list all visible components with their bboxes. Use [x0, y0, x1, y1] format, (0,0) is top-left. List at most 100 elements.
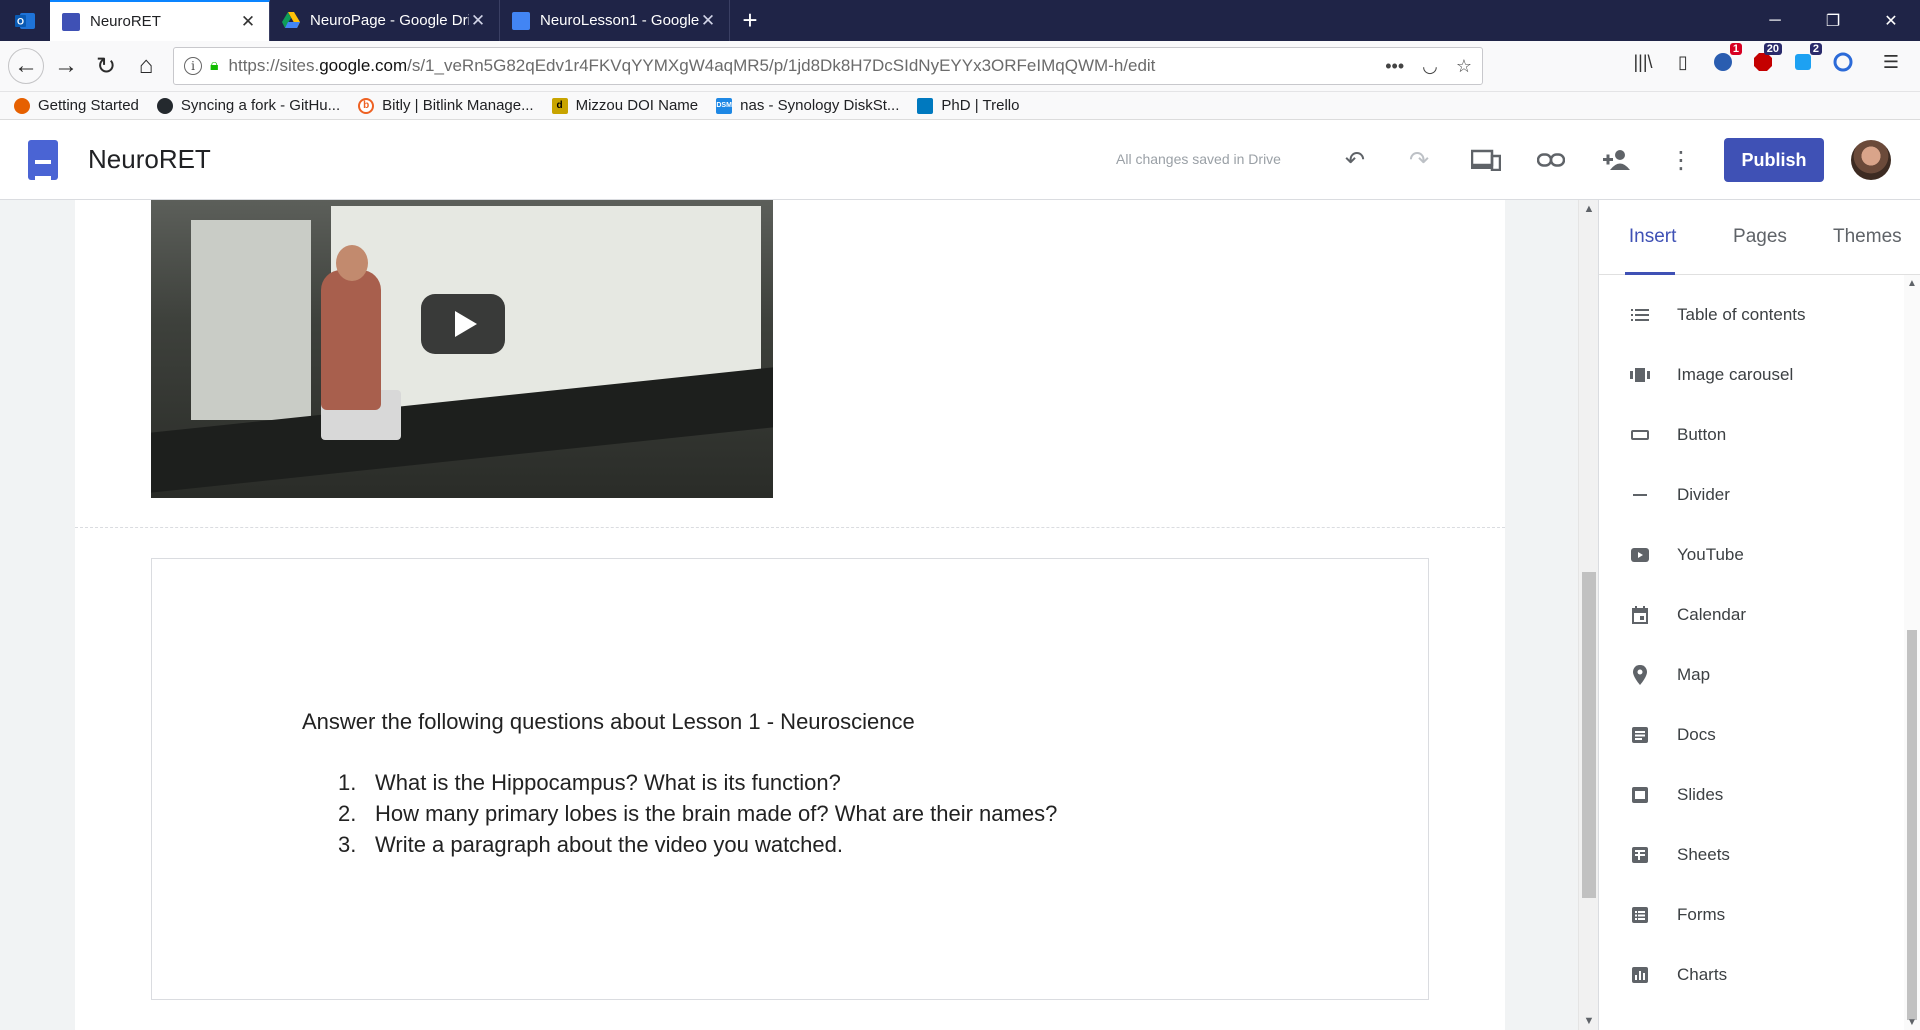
library-icon[interactable]: |||\ [1630, 49, 1656, 75]
site-title[interactable]: NeuroRET [88, 144, 211, 175]
restore-icon[interactable]: ❐ [1804, 0, 1862, 41]
bookmarks-bar: Getting Started Syncing a fork - GitHu..… [0, 92, 1920, 120]
insert-youtube[interactable]: YouTube [1599, 525, 1899, 585]
section-divider [75, 527, 1505, 528]
link-icon[interactable] [1535, 144, 1567, 176]
bookmark-mizzou-doi[interactable]: d Mizzou DOI Name [551, 97, 698, 114]
d-icon: d [551, 97, 568, 114]
outlook-app-icon[interactable]: O [0, 0, 50, 41]
close-icon[interactable]: ✕ [699, 11, 717, 31]
window-close-icon[interactable]: ✕ [1862, 0, 1920, 41]
scroll-down-icon[interactable]: ▼ [1579, 1012, 1599, 1030]
home-icon[interactable]: ⌂ [128, 48, 164, 84]
youtube-video-embed[interactable] [151, 200, 773, 498]
bookmark-trello[interactable]: PhD | Trello [917, 97, 1019, 114]
panel-scrollbar[interactable]: ▲ ▼ [1904, 275, 1920, 1030]
extension-globe-icon[interactable] [1830, 49, 1856, 75]
browser-tab-strip: O NeuroRET ✕ NeuroPage - Google Drive ✕ … [0, 0, 1920, 41]
insert-table-of-contents[interactable]: Table of contents [1599, 285, 1899, 345]
docs-icon [1629, 724, 1651, 746]
tab-insert[interactable]: Insert [1599, 200, 1706, 275]
carousel-icon [1629, 364, 1651, 386]
insert-button[interactable]: Button [1599, 405, 1899, 465]
firefox-icon [14, 97, 30, 114]
undo-icon[interactable]: ↶ [1339, 144, 1371, 176]
extension-s-icon[interactable]: 1 [1710, 43, 1742, 75]
redo-icon[interactable]: ↷ [1403, 144, 1435, 176]
play-icon[interactable] [421, 294, 505, 354]
tab-google-drive[interactable]: NeuroPage - Google Drive ✕ [270, 0, 500, 41]
more-vert-icon[interactable]: ⋮ [1665, 144, 1697, 176]
insert-item-label: YouTube [1677, 545, 1744, 564]
scroll-up-icon[interactable]: ▲ [1579, 200, 1599, 218]
list-icon [1629, 304, 1651, 326]
reload-icon[interactable]: ↻ [88, 48, 124, 84]
scroll-down-icon[interactable]: ▼ [1904, 1014, 1920, 1030]
tab-neuroret[interactable]: NeuroRET ✕ [50, 0, 270, 41]
bookmark-star-icon[interactable]: ☆ [1456, 56, 1472, 77]
insert-image-carousel[interactable]: Image carousel [1599, 345, 1899, 405]
divider-icon [1629, 484, 1651, 506]
navigation-toolbar: ← → ↻ ⌂ i 🔒︎ https://sites.google.com/s/… [0, 41, 1920, 92]
panel-tabs: Insert Pages Themes [1599, 200, 1920, 275]
scrollbar-thumb[interactable] [1907, 630, 1917, 1020]
insert-forms[interactable]: Forms [1599, 885, 1899, 945]
scroll-up-icon[interactable]: ▲ [1904, 275, 1920, 291]
insert-panel: Insert Pages Themes Table of contents Im… [1598, 200, 1920, 1030]
publish-button[interactable]: Publish [1724, 138, 1824, 182]
video-frame-person [321, 270, 381, 410]
insert-slides[interactable]: Slides [1599, 765, 1899, 825]
google-doc-embed[interactable]: Answer the following questions about Les… [151, 558, 1429, 1000]
url-text[interactable]: https://sites.google.com/s/1_veRn5G82qEd… [229, 56, 1386, 76]
tab-label: NeuroRET [90, 13, 161, 30]
adblock-icon[interactable]: 20 [1750, 43, 1782, 75]
bookmark-bitly[interactable]: b Bitly | Bitlink Manage... [358, 97, 534, 114]
menu-icon[interactable]: ☰ [1878, 49, 1904, 75]
youtube-icon [1629, 544, 1651, 566]
question-list: 1. What is the Hippocampus? What is its f… [338, 767, 1057, 860]
pocket-icon[interactable]: ◡ [1422, 56, 1438, 77]
insert-divider[interactable]: Divider [1599, 465, 1899, 525]
page-actions-icon[interactable]: ••• [1385, 56, 1404, 77]
avatar[interactable] [1851, 140, 1891, 180]
tab-themes[interactable]: Themes [1814, 200, 1920, 274]
insert-item-label: Table of contents [1677, 305, 1806, 324]
url-bar[interactable]: i 🔒︎ https://sites.google.com/s/1_veRn5G… [173, 47, 1483, 85]
insert-item-label: Sheets [1677, 845, 1730, 864]
insert-calendar[interactable]: Calendar [1599, 585, 1899, 645]
sheets-icon [1629, 844, 1651, 866]
lock-icon[interactable]: 🔒︎ [210, 57, 219, 75]
list-item: 3. Write a paragraph about the video you … [338, 829, 1057, 860]
bookmark-github[interactable]: Syncing a fork - GitHu... [156, 97, 340, 114]
editor-canvas: Answer the following questions about Les… [0, 200, 1598, 1030]
info-icon[interactable]: i [184, 57, 202, 75]
tab-google-docs[interactable]: NeuroLesson1 - Google Docs ✕ [500, 0, 730, 41]
scrollbar-thumb[interactable] [1582, 572, 1596, 898]
bookmark-getting-started[interactable]: Getting Started [14, 97, 139, 114]
forward-icon[interactable]: → [48, 48, 84, 84]
list-item: 2. How many primary lobes is the brain ma… [338, 798, 1057, 829]
insert-docs[interactable]: Docs [1599, 705, 1899, 765]
extension-notify-icon[interactable]: 2 [1790, 43, 1822, 75]
google-sites-logo-icon[interactable] [28, 139, 58, 180]
preview-devices-icon[interactable] [1470, 144, 1502, 176]
share-add-person-icon[interactable] [1600, 144, 1632, 176]
question-text: What is the Hippocampus? What is its fun… [375, 770, 841, 795]
tab-pages[interactable]: Pages [1706, 200, 1813, 274]
sidebar-icon[interactable]: ▯ [1670, 49, 1696, 75]
insert-list: Table of contents Image carousel Button … [1599, 285, 1899, 1005]
close-icon[interactable]: ✕ [469, 11, 487, 31]
canvas-scrollbar[interactable]: ▲ ▼ [1578, 200, 1598, 1030]
insert-charts[interactable]: Charts [1599, 945, 1899, 1005]
insert-map[interactable]: Map [1599, 645, 1899, 705]
tab-label: NeuroLesson1 - Google Docs [540, 12, 699, 29]
insert-sheets[interactable]: Sheets [1599, 825, 1899, 885]
close-icon[interactable]: ✕ [239, 12, 257, 32]
bookmark-synology[interactable]: DSM nas - Synology DiskSt... [716, 97, 899, 114]
extension-badge: 20 [1763, 43, 1782, 55]
insert-item-label: Docs [1677, 725, 1716, 744]
back-icon[interactable]: ← [8, 48, 44, 84]
new-tab-button[interactable]: + [730, 0, 770, 41]
extension-icons: |||\ ▯ 1 20 2 ☰ [1630, 43, 1904, 75]
minimize-icon[interactable]: ─ [1746, 0, 1804, 41]
